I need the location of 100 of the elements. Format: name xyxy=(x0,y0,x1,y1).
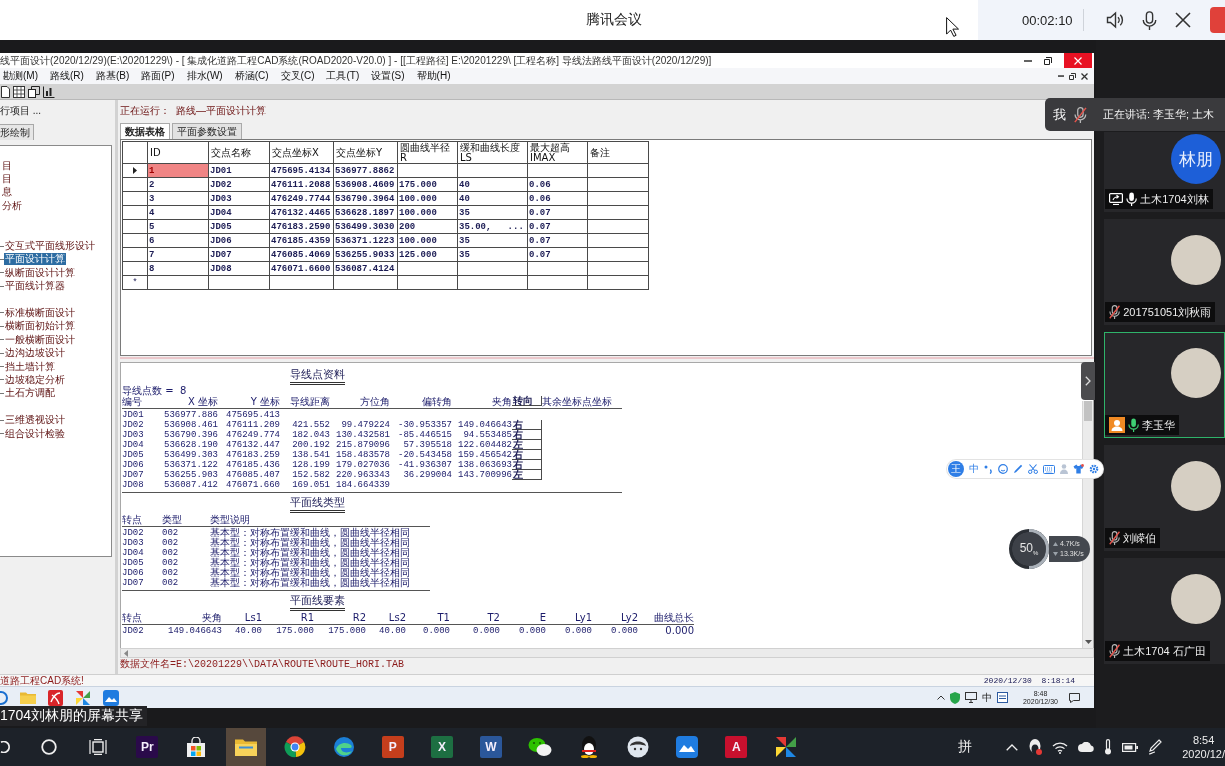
menu-item[interactable]: 路面(P) xyxy=(141,70,175,82)
menu-item[interactable]: 设置(S) xyxy=(371,70,405,82)
document-icon[interactable] xyxy=(1,85,10,98)
speaker-icon[interactable] xyxy=(1105,11,1124,29)
document-app-icon[interactable] xyxy=(48,689,63,706)
taskbar-button[interactable]: W xyxy=(471,728,511,766)
taskbar-button[interactable]: A xyxy=(716,728,757,766)
menu-item[interactable]: 交叉(C) xyxy=(280,70,315,82)
taskbar-button[interactable]: P xyxy=(372,728,413,766)
menu-item[interactable]: 路线(R) xyxy=(50,70,84,82)
window-icon[interactable] xyxy=(996,692,1008,703)
table-cell xyxy=(588,276,649,290)
taskbar-button[interactable]: X xyxy=(421,728,462,766)
menu-item[interactable]: 帮助(H) xyxy=(416,70,451,82)
microphone-icon[interactable] xyxy=(1141,10,1157,30)
tree-item[interactable]: 交互式平面线形设计 xyxy=(4,240,96,253)
participant-name: 土木1704 石广田 xyxy=(1123,643,1206,659)
tree-item[interactable]: 平面设计计算 xyxy=(4,253,66,266)
row-header-cell[interactable] xyxy=(123,192,148,206)
scroll-left-icon[interactable] xyxy=(124,649,128,657)
close-button[interactable] xyxy=(1064,53,1092,68)
menu-item[interactable]: 排水(W) xyxy=(186,70,223,82)
wifi-icon[interactable] xyxy=(1052,740,1069,754)
row-header-cell[interactable] xyxy=(123,234,148,248)
meeting-title: 腾讯会议 xyxy=(586,11,642,29)
tree-item[interactable]: 三维透视设计 xyxy=(4,414,66,427)
column-header: 转点 xyxy=(122,612,143,622)
restore-icon[interactable] xyxy=(1044,56,1052,65)
menu-item[interactable]: 勘测(M) xyxy=(3,70,38,82)
tree-item[interactable]: 目 xyxy=(0,173,13,186)
tab[interactable]: 形绘制 xyxy=(0,124,34,140)
tree-item[interactable]: 组合设计检验 xyxy=(4,427,66,440)
ime-logo[interactable]: 王 xyxy=(948,461,964,477)
tree-item[interactable]: 分析 xyxy=(0,199,23,212)
battery-icon[interactable] xyxy=(1122,742,1139,752)
tree-item[interactable]: 标准横断面设计 xyxy=(4,307,76,319)
grid-icon[interactable] xyxy=(13,85,25,98)
tab[interactable]: 平面参数设置 xyxy=(172,123,242,139)
row-header-cell[interactable] xyxy=(123,220,148,234)
keyboard-icon[interactable] xyxy=(1043,464,1055,474)
report-cell-text: 476132.447 xyxy=(225,440,280,450)
tab[interactable]: 数据表格 xyxy=(120,123,170,139)
report-cell-text: 0.000 xyxy=(422,626,450,636)
restore-icon[interactable] xyxy=(1069,72,1076,80)
tree-item[interactable]: 边沟边坡设计 xyxy=(4,347,66,360)
chart-icon[interactable] xyxy=(43,85,55,98)
thermometer-icon[interactable] xyxy=(1104,739,1113,755)
scissors-icon[interactable] xyxy=(1028,464,1038,474)
row-header-cell[interactable] xyxy=(123,206,148,220)
close-icon[interactable] xyxy=(1081,72,1088,80)
mountain-app-icon[interactable] xyxy=(103,689,119,706)
tree-item[interactable]: 挡土墙计算 xyxy=(4,360,56,373)
close-icon[interactable] xyxy=(1174,12,1191,28)
table-cell xyxy=(528,276,588,290)
tree-item[interactable]: 息 xyxy=(0,186,13,199)
report-cell-text: JD06 xyxy=(122,460,145,470)
row-header-cell[interactable] xyxy=(123,178,148,192)
row-header-cell[interactable] xyxy=(123,262,148,276)
tree-item[interactable]: 土石方调配 xyxy=(4,387,56,400)
tree-item[interactable]: 平面线计算器 xyxy=(4,280,66,293)
tree-item[interactable]: 边坡稳定分析 xyxy=(4,373,66,386)
scroll-down-icon[interactable] xyxy=(1084,640,1092,644)
horizontal-scrollbar[interactable] xyxy=(120,648,1094,658)
ring-icon[interactable] xyxy=(0,690,8,705)
expand-tab[interactable] xyxy=(1081,362,1095,400)
settings-icon[interactable] xyxy=(1089,464,1099,474)
penguin-icon[interactable] xyxy=(1028,739,1043,755)
menu-item[interactable]: 工具(T) xyxy=(326,70,360,82)
cloud-icon[interactable] xyxy=(1078,742,1095,752)
report-cell-text: 002 xyxy=(162,568,180,578)
row-header-cell[interactable] xyxy=(123,248,148,262)
scroll-thumb[interactable] xyxy=(1084,401,1092,421)
notification-icon[interactable] xyxy=(1069,692,1080,703)
taskbar-button[interactable]: Pr xyxy=(127,728,168,766)
tree-item[interactable]: 纵断面设计计算 xyxy=(4,266,76,279)
pen-icon[interactable] xyxy=(1148,739,1163,755)
row-header-cell[interactable]: * xyxy=(123,276,148,290)
menu-item[interactable]: 桥涵(C) xyxy=(234,70,269,82)
table-cell: JD03 xyxy=(209,192,270,206)
smiley-icon[interactable] xyxy=(998,464,1008,474)
tree-item[interactable]: 一般横断面设计 xyxy=(4,333,76,346)
network-icon[interactable] xyxy=(964,692,977,703)
tree-item[interactable]: 目 xyxy=(0,159,13,172)
letter-app-icon: X xyxy=(430,736,453,758)
taskbar-button[interactable] xyxy=(225,728,266,766)
shirt-icon[interactable] xyxy=(1073,464,1084,474)
copy-icon[interactable] xyxy=(28,85,40,98)
table-cell: 0.06 xyxy=(528,192,588,206)
ime-mode-toggle[interactable]: 中 xyxy=(969,462,979,476)
ime-indicator[interactable]: 中 xyxy=(981,690,992,705)
ime-indicator[interactable]: 拼 xyxy=(958,738,973,756)
table-cell: 476132.4465 xyxy=(270,206,334,220)
minimize-icon[interactable] xyxy=(1024,59,1032,62)
pinwheel-icon[interactable] xyxy=(75,689,91,706)
chevron-up-icon[interactable] xyxy=(936,695,945,700)
report-cell-text: 40.00 xyxy=(378,626,406,636)
participant-name: 201751051刘秋雨 xyxy=(1123,304,1212,320)
punctuation-icon[interactable] xyxy=(984,464,993,474)
tree-item[interactable]: 横断面初始计算 xyxy=(4,320,76,333)
menu-item[interactable]: 路基(B) xyxy=(95,70,130,82)
